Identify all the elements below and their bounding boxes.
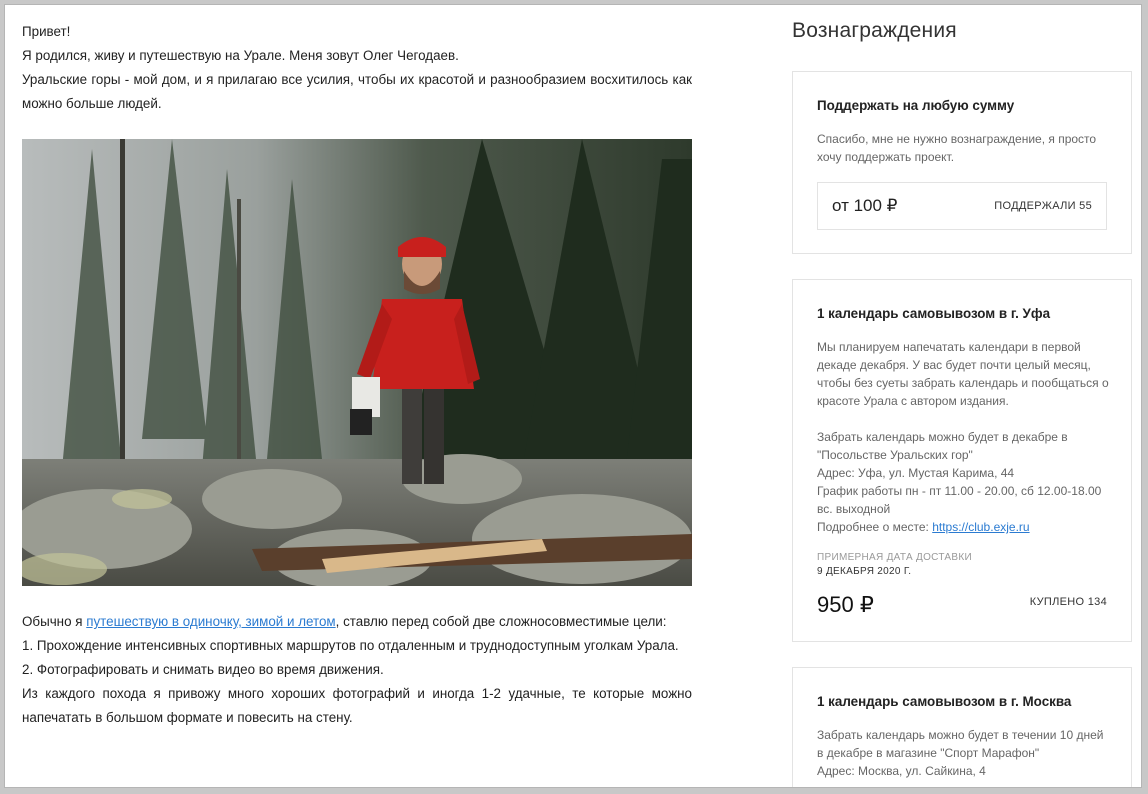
rewards-title: Вознаграждения [792, 19, 957, 42]
supporters-count: ПОДДЕРЖАЛИ 55 [994, 200, 1092, 212]
reward-card-ufa[interactable]: 1 календарь самовывозом в г. Уфа Мы план… [792, 279, 1132, 642]
reward-title: Поддержать на любую сумму [817, 98, 1015, 113]
reward-price: 950 ₽ [817, 592, 874, 617]
intro-name: Я родился, живу и путешествую на Урале. … [22, 48, 459, 63]
page-frame: Привет! Я родился, живу и путешествую на… [4, 4, 1142, 788]
pickup-hours: График работы пн - пт 11.00 - 20.00, сб … [817, 484, 1102, 516]
bought-count: КУПЛЕНО 134 [1029, 596, 1107, 608]
more-info: Подробнее о месте: https://club.exje.ru [817, 518, 1109, 536]
reward-description: Мы планируем напечатать календари в перв… [817, 340, 1109, 408]
pickup-address: Адрес: Уфа, ул. Мустая Карима, 44 [817, 466, 1015, 480]
reward-title: 1 календарь самовывозом в г. Москва [817, 694, 1072, 709]
pickup-address: Адрес: Москва, ул. Сайкина, 4 [817, 764, 986, 778]
pickup-place: Забрать календарь можно будет в декабре … [817, 430, 1068, 462]
travel-paragraph: Обычно я путешествую в одиночку, зимой и… [22, 610, 692, 634]
delivery-date: 9 ДЕКАБРЯ 2020 Г. [817, 566, 912, 577]
goal-2: 2. Фотографировать и снимать видео во вр… [22, 662, 384, 677]
support-amount-box[interactable]: от 100 ₽ ПОДДЕРЖАЛИ 55 [817, 182, 1107, 230]
hiker-photo [22, 139, 692, 586]
body-text: Обычно я путешествую в одиночку, зимой и… [22, 610, 692, 730]
travel-prefix: Обычно я [22, 614, 87, 629]
reward-price: от 100 ₽ [832, 196, 898, 215]
reward-card-any-amount[interactable]: Поддержать на любую сумму Спасибо, мне н… [792, 71, 1132, 254]
more-info-label: Подробнее о месте: [817, 520, 933, 534]
goal-1: 1. Прохождение интенсивных спортивных ма… [22, 638, 679, 653]
intro-greeting: Привет! [22, 24, 71, 39]
place-link[interactable]: https://club.exje.ru [932, 520, 1029, 534]
reward-description: Спасибо, мне не нужно вознаграждение, я … [817, 132, 1097, 164]
intro-mission: Уральские горы - мой дом, и я прилагаю в… [22, 72, 692, 111]
hiker-photo-image [22, 139, 692, 586]
reward-description: Забрать календарь можно будет в течении … [817, 728, 1104, 760]
travel-link[interactable]: путешествую в одиночку, зимой и летом [86, 614, 335, 629]
delivery-label: ПРИМЕРНАЯ ДАТА ДОСТАВКИ [817, 552, 972, 563]
travel-suffix: , ставлю перед собой две сложносовместим… [335, 614, 667, 629]
closing-paragraph: Из каждого похода я привожу много хороши… [22, 686, 692, 725]
intro-block: Привет! Я родился, живу и путешествую на… [22, 20, 692, 116]
reward-title: 1 календарь самовывозом в г. Уфа [817, 306, 1051, 321]
reward-card-moscow[interactable]: 1 календарь самовывозом в г. Москва Забр… [792, 667, 1132, 787]
